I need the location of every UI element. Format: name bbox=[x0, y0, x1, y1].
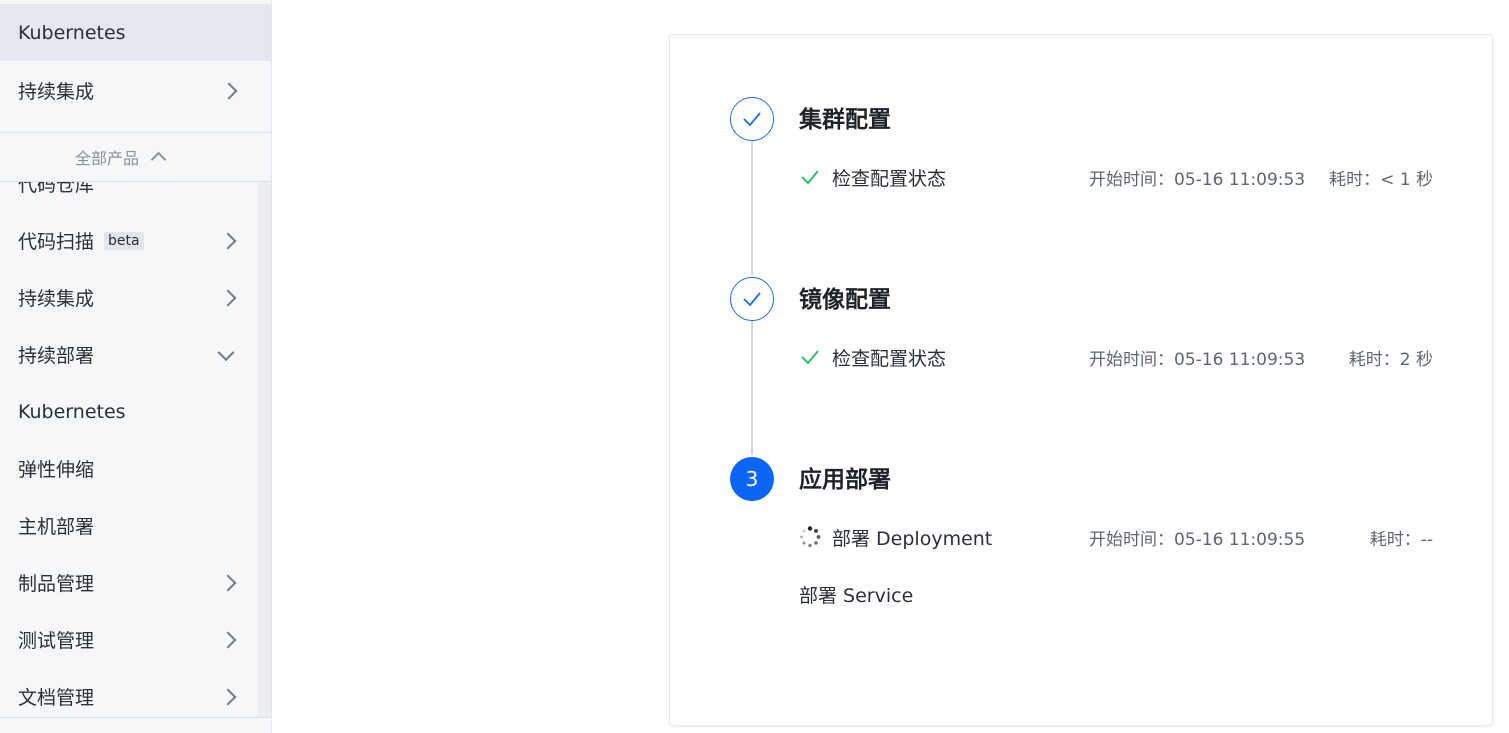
task-start-time: 开始时间：05-16 11:09:53 bbox=[1089, 169, 1306, 190]
sidebar-item-label: 持续部署 bbox=[18, 345, 95, 367]
sidebar-item-label: 弹性伸缩 bbox=[18, 459, 95, 481]
task-duration: 耗时：2 秒 bbox=[1348, 349, 1433, 370]
chevron-up-icon bbox=[150, 151, 167, 168]
loading-spinner-icon bbox=[799, 526, 821, 548]
task-name: 检查配置状态 bbox=[832, 347, 947, 370]
step-title: 集群配置 bbox=[799, 107, 891, 133]
step-done-marker bbox=[730, 277, 774, 321]
sidebar-item-cd[interactable]: 持续部署 bbox=[0, 326, 258, 383]
task-name: 部署 Deployment bbox=[832, 527, 993, 550]
step-connector bbox=[751, 321, 753, 455]
sidebar-item-label: 代码仓库 bbox=[18, 182, 95, 196]
step-number: 3 bbox=[745, 467, 759, 491]
chevron-right-icon bbox=[220, 82, 238, 99]
step-done-marker bbox=[730, 97, 774, 141]
sidebar-item-label: 代码扫描 bbox=[18, 231, 95, 253]
step-title: 应用部署 bbox=[799, 467, 891, 493]
sidebar-item-label: Kubernetes bbox=[18, 21, 126, 44]
sidebar-item-code-scan[interactable]: 代码扫描 beta bbox=[0, 212, 258, 269]
sidebar-item-label: Kubernetes bbox=[18, 400, 126, 423]
sidebar-item-label: 文档管理 bbox=[18, 687, 95, 709]
chevron-right-icon bbox=[219, 688, 237, 705]
sidebar-item-autoscaling[interactable]: 弹性伸缩 bbox=[0, 440, 258, 497]
sidebar-item-kubernetes[interactable]: Kubernetes bbox=[0, 383, 258, 440]
sidebar-item-kubernetes-active[interactable]: Kubernetes bbox=[0, 4, 271, 61]
success-check-icon bbox=[799, 346, 821, 368]
chevron-right-icon bbox=[219, 631, 237, 648]
check-icon bbox=[743, 112, 761, 127]
all-products-label: 全部产品 bbox=[74, 149, 139, 168]
step-active-marker: 3 bbox=[730, 457, 774, 501]
sidebar-item-host-deploy[interactable]: 主机部署 bbox=[0, 497, 258, 554]
sidebar-item-label: 测试管理 bbox=[18, 630, 95, 652]
task-name: 检查配置状态 bbox=[832, 167, 947, 190]
divider bbox=[0, 717, 271, 718]
sidebar-item-label: 主机部署 bbox=[18, 516, 95, 538]
all-products-toggle[interactable]: 全部产品 bbox=[0, 133, 271, 181]
chevron-right-icon bbox=[219, 232, 237, 249]
task-duration: 耗时：< 1 秒 bbox=[1329, 169, 1433, 190]
sidebar-scrollbar[interactable] bbox=[258, 182, 271, 717]
chevron-right-icon bbox=[219, 289, 237, 306]
sidebar-item-label: 持续集成 bbox=[18, 81, 95, 103]
product-list[interactable]: 代码仓库 代码扫描 beta 持续集成 持续部署 Kubernetes 弹性伸缩 bbox=[0, 182, 258, 717]
deploy-progress-card bbox=[669, 34, 1493, 726]
sidebar-item-ci[interactable]: 持续集成 bbox=[0, 269, 258, 326]
sidebar-item-label: 制品管理 bbox=[18, 573, 95, 595]
task-row: 部署 Deployment 开始时间：05-16 11:09:55 耗时：-- bbox=[799, 522, 1433, 552]
success-check-icon bbox=[799, 166, 821, 188]
sidebar-item-artifacts[interactable]: 制品管理 bbox=[0, 554, 258, 611]
pending-task-name: 部署 Service bbox=[799, 585, 914, 607]
sidebar-item-ci-top[interactable]: 持续集成 bbox=[0, 62, 271, 119]
task-row: 检查配置状态 开始时间：05-16 11:09:53 耗时：< 1 秒 bbox=[799, 162, 1433, 192]
sidebar-item-testing[interactable]: 测试管理 bbox=[0, 611, 258, 668]
task-start-time: 开始时间：05-16 11:09:55 bbox=[1089, 529, 1306, 550]
task-duration: 耗时：-- bbox=[1369, 529, 1433, 550]
check-icon bbox=[743, 292, 761, 307]
sidebar-item-code-repo[interactable]: 代码仓库 bbox=[0, 182, 258, 212]
beta-badge: beta bbox=[104, 231, 144, 250]
step-title: 镜像配置 bbox=[799, 287, 891, 313]
sidebar-item-docs[interactable]: 文档管理 bbox=[0, 668, 258, 717]
chevron-down-icon bbox=[217, 343, 235, 361]
sidebar-item-label: 持续集成 bbox=[18, 288, 95, 310]
task-row: 检查配置状态 开始时间：05-16 11:09:53 耗时：2 秒 bbox=[799, 342, 1433, 372]
sidebar: Kubernetes 持续集成 全部产品 代码仓库 代码扫描 beta 持续集成… bbox=[0, 0, 272, 733]
chevron-right-icon bbox=[219, 574, 237, 591]
task-start-time: 开始时间：05-16 11:09:53 bbox=[1089, 349, 1306, 370]
step-connector bbox=[751, 141, 753, 275]
